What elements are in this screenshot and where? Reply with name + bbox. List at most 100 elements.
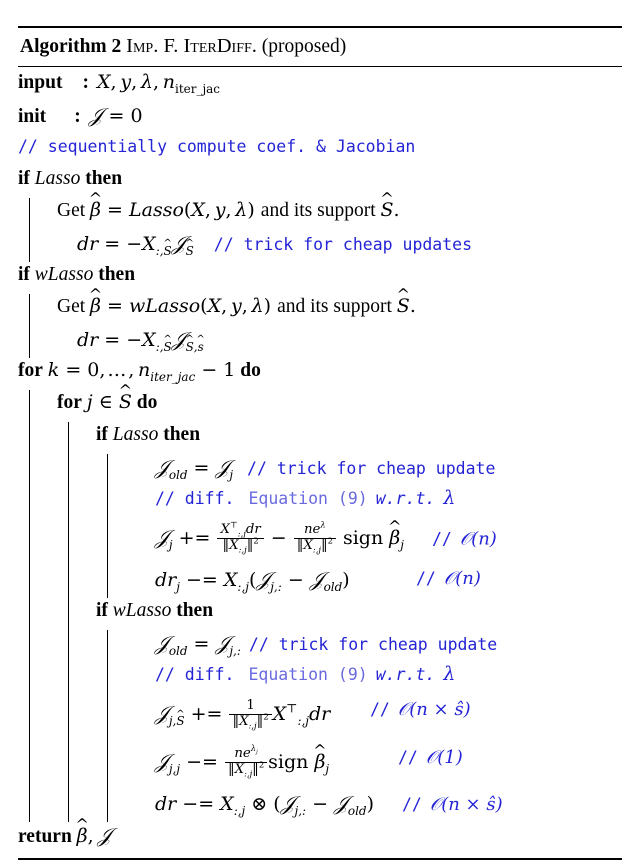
complexity-on-1: 𝒪(n) [459,528,497,550]
init-jacobian: 𝒥 [88,102,103,127]
update-J-line: 𝒥j += X⊤:,jdr ‖X:,j‖2 − neλ ‖X:,j‖2 sign β… [18,517,622,566]
jold-assign-row-line: 𝒥old = 𝒥j,: // trick for cheap update [18,629,622,662]
comment-diff-lambda: λ [443,486,456,509]
wlasso-dr-expr: dr = −X:,S ^ 𝒥S ^ ,s ^ [77,326,205,354]
jold-assign-line: 𝒥old = 𝒥j // trick for cheap update [18,453,622,486]
complexity-o1: 𝒪(1) [425,746,463,768]
comment-diff-lambda-2: λ [443,662,456,685]
complexity-on-2: 𝒪(n) [443,567,481,589]
lasso-get-expr: β ^ = Lasso(X, y, λ) [88,188,255,221]
input-keyword: input [18,71,63,93]
comment-slashes-2: // [416,568,436,588]
input-colon: : [82,71,89,93]
update-dr-j-line: drj −= X:,j(𝒥j,: − 𝒥old) // 𝒪(n) [18,565,622,598]
comment-sequential-line: // sequentially compute coef. & Jacobian [18,134,622,166]
equation-link-2[interactable]: Equation (9) [248,665,367,684]
then-keyword-3: then [163,423,201,445]
for-j-range: j ∈ S ^ [86,380,133,413]
then-keyword-4: then [176,599,214,621]
comment-diff-prefix-2: // diff. [155,664,235,684]
wlasso-label-2: wLasso [112,599,172,621]
fraction-4: neλj ‖X:,j‖2 [224,744,268,778]
wlasso-dr-line: dr = −X:,S ^ 𝒥S ^ ,s ^ [18,325,622,358]
init-line: init: 𝒥 = 0 [18,102,143,127]
wlasso-get-expr: β ^ = wLasso(X, y, λ) [88,284,272,317]
for-j-line: for j ∈ S ^ do [18,380,622,422]
algorithm-caption: Algorithm 2 Imp. F. IterDiff. (proposed) [18,28,622,66]
if-keyword-2: if [18,263,30,285]
return-value: β ^, 𝒥 [75,814,112,847]
update-dr-line: dr −= X:,j ⊗ (𝒥j,: − 𝒥old) // 𝒪(n × ŝ) [18,789,622,822]
and-its-support-text: and its support [260,199,376,221]
complexity-ons-1: 𝒪(n × ŝ) [397,698,471,720]
support-symbol-2: S ^. [396,284,416,317]
algorithm-block: Algorithm 2 Imp. F. IterDiff. (proposed)… [18,0,622,860]
comment-trick-update: // trick for cheap update [247,458,496,478]
update-J-jj-expr: 𝒥j,j −= neλj ‖X:,j‖2 sign β ^ j [155,741,330,779]
for-keyword-2: for [57,391,82,413]
jold-row-expr: 𝒥old = 𝒥j,: [155,630,241,658]
comment-slashes-1: // [431,529,452,549]
then-keyword: then [85,167,123,189]
do-keyword: do [240,359,261,381]
then-keyword-2: then [98,263,136,285]
fraction-1: X⊤:,jdr ‖X:,j‖2 [217,520,264,554]
fraction-3: 1 ‖X:,j‖2 [229,698,272,730]
inner-if-lasso-line: if Lasso then [18,421,622,454]
init-colon: : [74,105,81,127]
comment-slashes-5: // [402,794,422,814]
equation-link[interactable]: Equation (9) [248,489,367,508]
diff-comment-line: // diff. Equation (9) w.r.t. λ [18,485,622,518]
input-args: X, y, λ, niter_jac [96,70,221,96]
sign-operator: sign [342,527,384,550]
fraction-2: neλ ‖X:,j‖2 [293,520,336,554]
sign-operator-2: sign [268,751,309,774]
do-keyword-2: do [136,391,158,413]
get-keyword-2: Get [57,295,86,317]
get-keyword: Get [57,199,86,221]
support-symbol: S ^. [380,188,400,221]
algorithm-number: Algorithm 2 [20,36,122,57]
if-keyword: if [18,167,30,189]
algorithm-title-suffix: (proposed) [261,36,347,57]
update-dr-j-expr: drj −= X:,j(𝒥j,: − 𝒥old) [155,566,350,594]
complexity-ons-2: 𝒪(n × ŝ) [429,793,503,815]
lasso-dr-line: dr = −X:,S ^ 𝒥S ^ // trick for cheap updates [18,229,622,262]
input-line: input: X, y, λ, niter_jac [18,70,622,102]
if-keyword-3: if [96,423,108,445]
update-J-jj-line: 𝒥j,j −= neλj ‖X:,j‖2 sign β ^ j // 𝒪(1) [18,741,622,790]
comment-diff-suffix: w.r.t. [375,488,436,508]
wlasso-label: wLasso [34,263,94,285]
lasso-label: Lasso [34,167,81,189]
comment-diff-suffix-2: w.r.t. [375,664,436,684]
inner-if-wlasso-line: if wLasso then [18,597,622,630]
init-keyword: init [18,105,47,127]
if-lasso-line: if Lasso then [18,166,622,198]
update-J-jS-line: 𝒥j,S ^ += 1 ‖X:,j‖2 X⊤:,jdr // 𝒪(n × ŝ) [18,693,622,742]
comment-trick-update-2: // trick for cheap update [248,634,498,654]
update-J-expr: 𝒥j += X⊤:,jdr ‖X:,j‖2 − neλ ‖X:,j‖2 sign β… [155,517,404,555]
comment-trick-updates: // trick for cheap updates [213,234,473,254]
algorithm-body: input: X, y, λ, niter_jac init: 𝒥 = 0 // s… [18,67,622,858]
wlasso-get-line: Get β ^ = wLasso(X, y, λ) and its support… [18,284,622,326]
update-J-jS-expr: 𝒥j,S ^ += 1 ‖X:,j‖2 X⊤:,jdr [155,697,331,731]
comment-diff-prefix: // diff. [155,488,235,508]
comment-sequential: // sequentially compute coef. & Jacobian [18,136,416,156]
lasso-label-2: Lasso [112,423,159,445]
comment-slashes-4: // [398,747,418,767]
bottom-rule [18,857,622,860]
return-keyword: return [18,825,72,847]
lasso-get-line: Get β ^ = Lasso(X, y, λ) and its support … [18,188,622,230]
for-k-line: for k = 0, … , niter_jac − 1 do [18,358,622,390]
jold-expr: 𝒥old = 𝒥j [155,454,234,482]
for-k-range: k = 0, … , niter_jac − 1 [47,358,236,384]
update-dr-expr: dr −= X:,j ⊗ (𝒥j,: − 𝒥old) [155,790,374,818]
comment-slashes-3: // [370,699,390,719]
return-line: return β ^, 𝒥 [18,814,622,854]
lasso-dr-expr: dr = −X:,S ^ 𝒥S ^ [77,230,194,258]
for-keyword: for [18,359,43,381]
and-its-support-text-2: and its support [277,295,392,317]
diff-comment-line-2: // diff. Equation (9) w.r.t. λ [18,661,622,694]
algorithm-title: Imp. F. IterDiff. [126,35,257,57]
if-wlasso-line: if wLasso then [18,262,622,294]
